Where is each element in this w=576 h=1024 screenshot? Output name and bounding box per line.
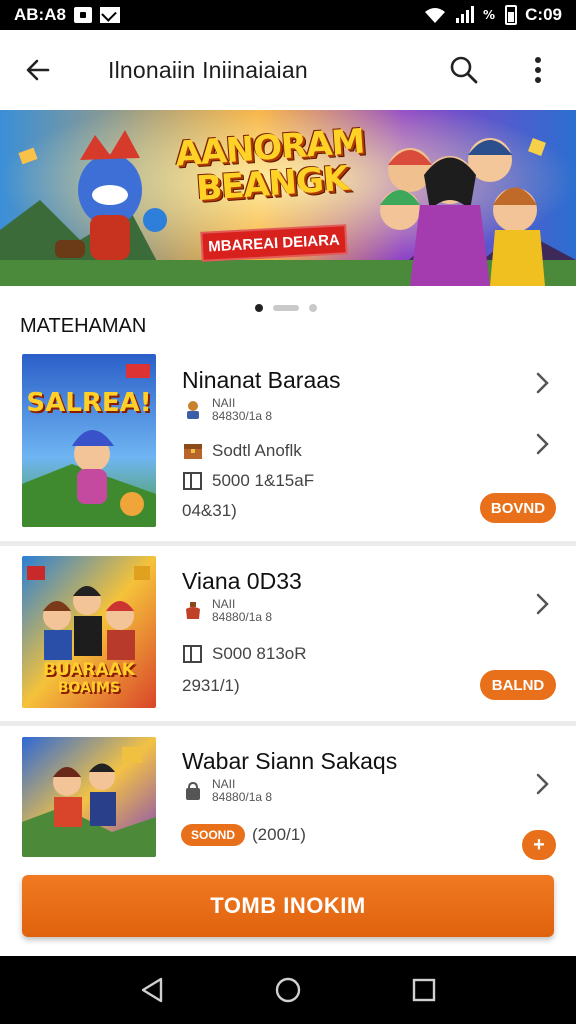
nav-home-button[interactable] bbox=[268, 970, 308, 1010]
item-meta-row: Sodtl Anoflk bbox=[182, 441, 302, 461]
page-dot-3[interactable] bbox=[309, 304, 317, 312]
item-meta-code: 84830/1a 8 bbox=[212, 409, 273, 423]
item-meta-text: 5000 1&15aF bbox=[212, 471, 315, 490]
status-clock: C:09 bbox=[525, 5, 562, 24]
add-button[interactable]: + bbox=[522, 830, 556, 860]
item-title: Ninanat Baraas bbox=[182, 367, 341, 393]
status-bar: AB:A8 % C:09 bbox=[0, 0, 576, 30]
chevron-right-icon[interactable] bbox=[530, 432, 554, 456]
section-title: MATEHAMAN bbox=[20, 315, 147, 337]
character-icon bbox=[187, 401, 199, 419]
banner-pagination bbox=[255, 304, 317, 312]
item-meta-row: NAII 84830/1a 8 bbox=[182, 397, 272, 423]
item-meta-row: NAII 84880/1a 8 bbox=[182, 778, 272, 804]
thumbnail-title: SALREA! bbox=[26, 388, 152, 418]
search-icon bbox=[450, 56, 478, 84]
page-dot-1[interactable] bbox=[255, 304, 263, 312]
item-meta-row: NAII 84880/1a 8 bbox=[182, 598, 272, 624]
wifi-icon bbox=[425, 8, 446, 23]
svg-text:%: % bbox=[483, 8, 495, 22]
search-button[interactable] bbox=[444, 50, 484, 90]
item-meta-count: (200/1) bbox=[252, 825, 306, 844]
app-bar: Ilnonaiin Iniinaiaian bbox=[0, 30, 576, 110]
thumbnail-subtitle: BOAIMS bbox=[57, 680, 121, 696]
list-item[interactable]: BUARAAK BOAIMS Viana 0D33 NAII 84880/1a … bbox=[0, 546, 576, 721]
item-meta-text: Sodtl Anoflk bbox=[212, 441, 302, 460]
more-vert-icon bbox=[535, 57, 541, 83]
chevron-right-icon[interactable] bbox=[530, 371, 554, 395]
signal-icon bbox=[456, 6, 475, 23]
battery-icon bbox=[505, 5, 518, 25]
square-recents-icon bbox=[412, 978, 436, 1002]
item-thumbnail bbox=[22, 737, 156, 857]
system-nav-bar bbox=[0, 956, 576, 1024]
list-item[interactable]: SALREA! Ninanat Baraas NAII 84830/1a 8 S… bbox=[0, 345, 576, 541]
item-meta-count: 04&31) bbox=[182, 501, 237, 520]
item-thumbnail: BUARAAK BOAIMS bbox=[22, 556, 156, 708]
chest-icon bbox=[184, 444, 202, 459]
potion-icon bbox=[186, 602, 200, 619]
back-button[interactable] bbox=[18, 50, 58, 90]
item-meta-code: 84880/1a 8 bbox=[212, 610, 273, 624]
circle-home-icon bbox=[275, 977, 301, 1003]
data-icon: % bbox=[483, 8, 495, 22]
thumbnail-title: BUARAAK bbox=[43, 660, 135, 680]
item-title: Wabar Siann Sakaqs bbox=[182, 748, 398, 774]
chevron-right-icon[interactable] bbox=[530, 592, 554, 616]
promo-banner[interactable]: AANORAM BEANGK MBAREAI DEIARA bbox=[0, 110, 576, 286]
item-action-button[interactable]: BOVND bbox=[480, 493, 556, 523]
nav-back-button[interactable] bbox=[132, 970, 172, 1010]
arrow-left-icon bbox=[26, 59, 50, 81]
page-dot-2[interactable] bbox=[273, 305, 299, 311]
chevron-right-icon[interactable] bbox=[530, 772, 554, 796]
item-thumbnail: SALREA! bbox=[22, 354, 156, 527]
mail-icon bbox=[99, 7, 120, 23]
bag-icon bbox=[186, 781, 200, 800]
item-tag-badge[interactable]: SOOND bbox=[181, 824, 245, 846]
item-meta-text: S000 813oR bbox=[212, 644, 307, 663]
more-options-button[interactable] bbox=[518, 50, 558, 90]
item-meta-code: 84880/1a 8 bbox=[212, 790, 273, 804]
item-meta-count: 2931/1) bbox=[182, 676, 240, 695]
primary-cta-button[interactable]: TOMB INOKIM bbox=[22, 875, 554, 937]
page-title: Ilnonaiin Iniinaiaian bbox=[108, 56, 308, 83]
square-icon bbox=[183, 645, 202, 663]
square-icon bbox=[183, 472, 202, 490]
nav-recents-button[interactable] bbox=[404, 970, 444, 1010]
notification-icon bbox=[73, 7, 92, 23]
triangle-back-icon bbox=[141, 977, 163, 1003]
banner-title: AANORAM BEANGK bbox=[174, 121, 369, 209]
item-meta-row: S000 813oR bbox=[182, 644, 307, 664]
list-item[interactable]: Wabar Siann Sakaqs NAII 84880/1a 8 SOOND… bbox=[0, 726, 576, 871]
status-time: AB:A8 bbox=[14, 5, 66, 24]
item-action-button[interactable]: BALND bbox=[480, 670, 556, 700]
item-meta-row: 5000 1&15aF bbox=[182, 471, 314, 491]
item-title: Viana 0D33 bbox=[182, 568, 302, 594]
